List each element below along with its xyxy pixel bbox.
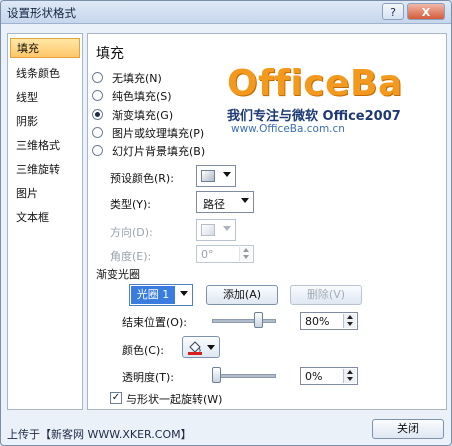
upload-watermark: 上传于【新客网 WWW.XKER.COM】 xyxy=(7,428,192,441)
radio-label-no-fill[interactable]: 无填充(N) xyxy=(112,70,162,86)
panel-title: 填充 xyxy=(96,46,124,62)
spin-down-icon[interactable] xyxy=(343,376,356,383)
logo-main-text: OfficeBa xyxy=(227,63,403,104)
chevron-down-icon xyxy=(241,198,249,203)
type-label: 类型(Y): xyxy=(110,198,152,211)
chevron-down-icon xyxy=(207,345,215,350)
spin-down-icon[interactable] xyxy=(343,321,356,328)
officeba-logo: OfficeBa 我们专注与微软 Office2007 www.OfficeBa… xyxy=(227,63,417,135)
radio-label-background-fill[interactable]: 幻灯片背景填充(B) xyxy=(112,143,205,159)
preset-colors-label: 预设颜色(R): xyxy=(110,172,174,185)
logo-sub-text: 我们专注与微软 Office2007 xyxy=(227,109,401,124)
angle-value: 0° xyxy=(201,248,214,261)
end-position-slider-thumb[interactable] xyxy=(254,312,264,328)
sidebar-item-3d-rotation[interactable]: 三维旋转 xyxy=(10,160,80,180)
color-picker-button[interactable] xyxy=(182,336,220,358)
end-position-spinner[interactable]: 80% xyxy=(300,312,358,330)
spin-up-icon[interactable] xyxy=(343,369,356,376)
type-dropdown[interactable]: 路径 xyxy=(196,191,254,213)
sidebar-item-text-box[interactable]: 文本框 xyxy=(10,208,80,228)
rotate-with-shape-label[interactable]: 与形状一起旋转(W) xyxy=(126,391,222,407)
preset-colors-dropdown[interactable] xyxy=(196,165,236,187)
spin-up-icon[interactable] xyxy=(343,314,356,321)
radio-label-gradient-fill[interactable]: 渐变填充(G) xyxy=(112,107,173,123)
dialog-title: 设置形状格式 xyxy=(7,6,76,20)
transparency-slider-thumb[interactable] xyxy=(212,367,221,383)
transparency-value: 0% xyxy=(305,370,323,383)
sidebar-item-3d-format[interactable]: 三维格式 xyxy=(10,136,80,156)
logo-url-text: www.OfficeBa.com.cn xyxy=(231,123,345,135)
chevron-down-icon xyxy=(180,291,188,296)
delete-stop-button[interactable]: 删除(V) xyxy=(290,285,362,305)
direction-swatch-icon xyxy=(201,224,215,236)
close-button[interactable]: 关闭 xyxy=(372,419,444,439)
chevron-down-icon xyxy=(223,172,231,177)
transparency-slider-track[interactable] xyxy=(212,374,276,378)
radio-label-picture-fill[interactable]: 图片或纹理填充(P) xyxy=(112,125,204,141)
title-bar: 设置形状格式 ? X xyxy=(1,1,451,24)
add-stop-button[interactable]: 添加(A) xyxy=(206,285,278,305)
end-position-slider-track[interactable] xyxy=(212,319,276,323)
spin-up-icon[interactable] xyxy=(239,247,252,254)
type-value: 路径 xyxy=(203,198,225,211)
sidebar-item-picture[interactable]: 图片 xyxy=(10,184,80,204)
rotate-with-shape-checkbox[interactable]: ✓ xyxy=(110,392,122,404)
close-window-button[interactable]: X xyxy=(407,3,445,20)
spin-down-icon[interactable] xyxy=(239,254,252,261)
transparency-label: 透明度(T): xyxy=(122,371,175,384)
end-position-label: 结束位置(O): xyxy=(122,316,187,329)
gradient-swatch-icon xyxy=(201,170,215,182)
help-button[interactable]: ? xyxy=(382,3,404,20)
sidebar-item-line-color[interactable]: 线条颜色 xyxy=(10,64,80,84)
radio-picture-fill[interactable] xyxy=(92,127,103,138)
sidebar-item-shadow[interactable]: 阴影 xyxy=(10,112,80,132)
radio-no-fill[interactable] xyxy=(92,72,103,83)
sidebar-item-fill[interactable]: 填充 xyxy=(10,38,80,58)
radio-gradient-fill[interactable] xyxy=(92,109,103,120)
transparency-spinner[interactable]: 0% xyxy=(300,367,358,385)
direction-dropdown[interactable] xyxy=(196,219,236,241)
fill-color-bar xyxy=(188,352,202,355)
radio-label-solid-fill[interactable]: 纯色填充(S) xyxy=(112,88,172,104)
color-label: 颜色(C): xyxy=(122,344,164,357)
gradient-stop-value: 光圈 1 xyxy=(131,286,175,304)
gradient-stop-dropdown[interactable]: 光圈 1 xyxy=(129,284,193,306)
end-position-value: 80% xyxy=(305,315,330,328)
direction-label: 方向(D): xyxy=(110,226,153,239)
angle-spinner[interactable]: 0° xyxy=(196,245,254,263)
gradient-stops-label: 渐变光圈 xyxy=(96,268,140,281)
radio-background-fill[interactable] xyxy=(92,145,103,156)
sidebar-item-line-style[interactable]: 线型 xyxy=(10,88,80,108)
chevron-down-icon xyxy=(223,226,231,231)
radio-solid-fill[interactable] xyxy=(92,90,103,101)
category-list: 填充 线条颜色 线型 阴影 三维格式 三维旋转 图片 文本框 xyxy=(7,33,83,410)
format-shape-dialog: 设置形状格式 ? X 填充 线条颜色 线型 阴影 三维格式 三维旋转 图片 文本… xyxy=(0,0,452,446)
angle-label: 角度(E): xyxy=(110,250,152,263)
